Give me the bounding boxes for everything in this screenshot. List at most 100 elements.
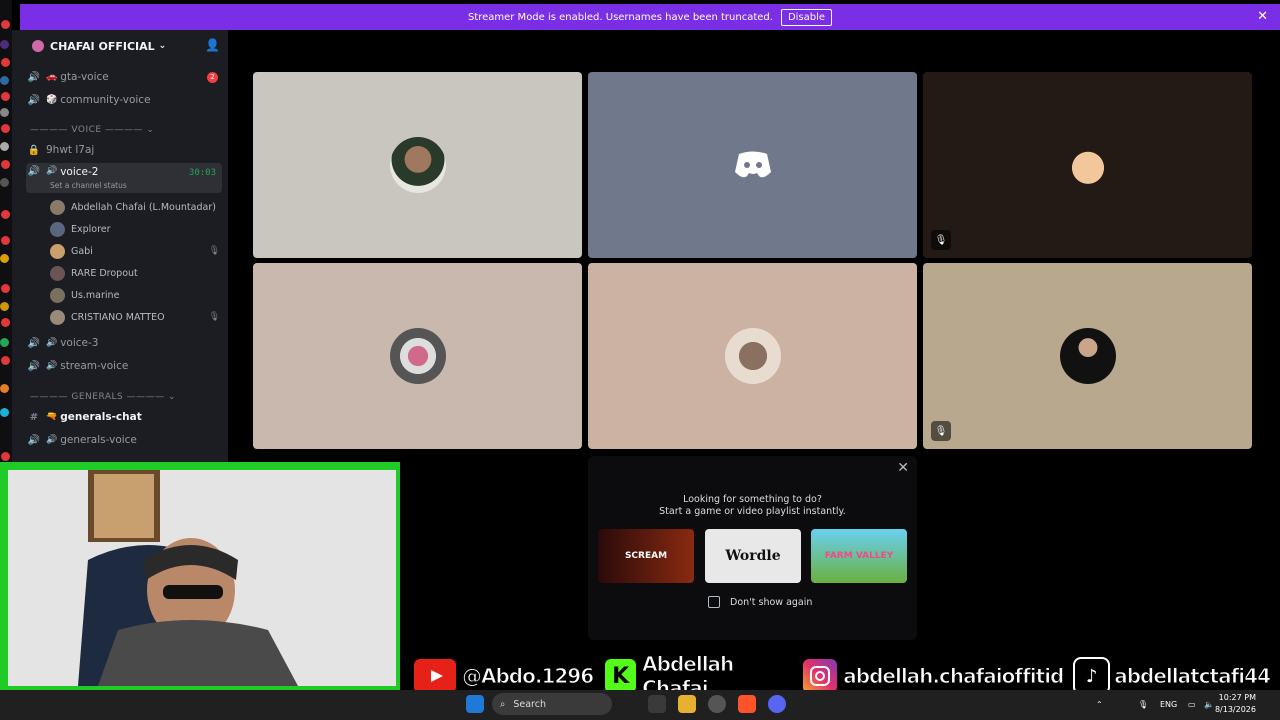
voice-member[interactable]: Abdellah Chafai (L.Mountadar) xyxy=(50,197,222,217)
game-card-scream[interactable]: SCREAM xyxy=(598,529,694,583)
server-icon[interactable] xyxy=(0,254,9,263)
channel-label: voice-2 xyxy=(60,166,99,178)
voice-member[interactable]: Us.marine xyxy=(50,285,222,305)
tiktok-handle: abdellatctafi44 xyxy=(1114,664,1272,689)
server-rail xyxy=(0,0,12,470)
game-title: FARM VALLEY xyxy=(824,551,894,561)
lock-icon: 🔒 xyxy=(27,144,41,156)
car-icon: 🚗 xyxy=(46,72,58,82)
channel-stream-voice[interactable]: 🔊 🔊 stream-voice xyxy=(26,356,222,376)
channel-community-voice[interactable]: 🔊 🎲 community-voice xyxy=(26,90,222,110)
search-label: Search xyxy=(513,698,546,710)
channel-generals-chat[interactable]: # 🔫 generals-chat xyxy=(26,407,222,427)
call-timer: 30:03 xyxy=(188,168,216,178)
instagram-handle: abdellah.chafaioffitid xyxy=(843,664,1065,689)
checkbox[interactable] xyxy=(708,596,720,608)
server-badge[interactable] xyxy=(1,318,10,327)
server-icon[interactable] xyxy=(0,338,9,347)
task-view-icon[interactable] xyxy=(648,695,666,713)
video-tile[interactable]: 🎙 xyxy=(923,72,1252,258)
server-badge[interactable] xyxy=(1,92,10,101)
screen: Streamer Mode is enabled. Usernames have… xyxy=(0,0,1280,720)
mic-icon[interactable]: 🎙 xyxy=(1138,700,1148,709)
windows-start-icon[interactable] xyxy=(466,695,484,713)
game-title: Wordle xyxy=(725,548,781,564)
taskbar: ⌕ Search ⌃ 🎙 ENG ▭ 🔈 10:27 PM 8/13/2026 xyxy=(0,690,1280,720)
brave-browser-icon[interactable] xyxy=(738,695,756,713)
chevron-up-icon[interactable]: ⌃ xyxy=(1096,700,1103,709)
user-avatar xyxy=(1059,137,1116,193)
channel-label: stream-voice xyxy=(60,360,129,372)
server-badge[interactable] xyxy=(1,284,10,293)
set-status-link[interactable]: Set a channel status xyxy=(50,181,127,190)
server-icon[interactable] xyxy=(0,76,9,85)
server-icon[interactable] xyxy=(0,384,9,393)
server-badge[interactable] xyxy=(1,124,10,133)
server-icon[interactable] xyxy=(0,302,9,311)
server-icon[interactable] xyxy=(0,408,9,417)
speaker-icon: 🔊 xyxy=(27,94,41,106)
server-icon[interactable] xyxy=(0,108,9,117)
network-icon[interactable]: ▭ xyxy=(1188,700,1196,709)
video-tile[interactable] xyxy=(588,263,917,449)
webcam-feed xyxy=(8,470,396,686)
app-icon[interactable] xyxy=(708,695,726,713)
close-icon[interactable]: ✕ xyxy=(1257,9,1268,24)
category-generals[interactable]: ———— GENERALS ———— ⌄ xyxy=(30,392,176,402)
voice-member[interactable]: CRISTIANO MATTEO 🎙 xyxy=(50,307,222,327)
channel-sidebar: CHAFAI OFFICIAL ⌄ 👤 🔊 🚗 gta-voice 2 🔊 🎲 … xyxy=(12,30,228,462)
video-tile[interactable]: 🎙 xyxy=(923,263,1252,449)
user-avatar xyxy=(724,328,781,384)
server-badge[interactable] xyxy=(1,20,10,29)
webcam-image xyxy=(8,470,396,686)
speaker-icon: 🔊 xyxy=(46,435,58,445)
channel-voice-3[interactable]: 🔊 🔊 voice-3 xyxy=(26,333,222,353)
voice-member[interactable]: Gabi 🎙 xyxy=(50,241,222,261)
speaker-icon: 🔊 xyxy=(46,338,58,348)
activity-popup: ✕ Looking for something to do? Start a g… xyxy=(588,456,917,640)
server-badge[interactable] xyxy=(1,356,10,365)
speaker-icon: 🔊 xyxy=(27,166,41,177)
voice-member[interactable]: RARE Dropout xyxy=(50,263,222,283)
discord-logo-icon xyxy=(734,151,771,178)
server-icon[interactable] xyxy=(0,142,9,151)
channel-voice-2[interactable]: 🔊 🔊 voice-2 30:03 Set a channel status xyxy=(26,163,222,193)
channel-label: 9hwt l7aj xyxy=(46,144,95,156)
popup-title: Looking for something to do? Start a gam… xyxy=(588,494,917,518)
discord-icon[interactable] xyxy=(768,695,786,713)
channel-generals-voice[interactable]: 🔊 🔊 generals-voice xyxy=(26,430,222,450)
video-tile[interactable] xyxy=(253,263,582,449)
streamer-mode-banner: Streamer Mode is enabled. Usernames have… xyxy=(20,4,1280,30)
language-indicator[interactable]: ENG xyxy=(1160,700,1177,709)
channel-locked[interactable]: 🔒 9hwt l7aj xyxy=(26,140,222,160)
voice-member[interactable]: Explorer xyxy=(50,219,222,239)
game-card-wordle[interactable]: Wordle xyxy=(705,529,801,583)
server-badge[interactable] xyxy=(1,58,10,67)
server-icon[interactable] xyxy=(0,40,9,49)
server-badge[interactable] xyxy=(1,160,10,169)
clock[interactable]: 10:27 PM 8/13/2026 xyxy=(1215,692,1256,716)
video-tile[interactable] xyxy=(253,72,582,258)
channel-gta-voice[interactable]: 🔊 🚗 gta-voice 2 xyxy=(26,67,222,87)
game-card-farm-valley[interactable]: FARM VALLEY xyxy=(811,529,907,583)
mic-muted-icon: 🎙 xyxy=(931,230,951,250)
server-badge[interactable] xyxy=(1,236,10,245)
close-icon[interactable]: ✕ xyxy=(897,460,909,476)
server-name: CHAFAI OFFICIAL xyxy=(50,39,155,53)
server-badge[interactable] xyxy=(1,210,10,219)
game-title: SCREAM xyxy=(624,551,668,561)
file-explorer-icon[interactable] xyxy=(678,695,696,713)
server-badge[interactable] xyxy=(1,452,10,461)
disable-button[interactable]: Disable xyxy=(780,8,833,26)
add-member-icon[interactable]: 👤 xyxy=(205,38,220,52)
speaker-icon: 🔊 xyxy=(46,166,58,176)
category-voice[interactable]: ———— VOICE ———— ⌄ xyxy=(30,125,154,135)
video-tile[interactable] xyxy=(588,72,917,258)
volume-icon[interactable]: 🔈 xyxy=(1204,700,1214,709)
dont-show-again[interactable]: Don't show again xyxy=(708,596,812,608)
user-avatar xyxy=(1059,328,1116,384)
cube-icon: 🎲 xyxy=(46,95,58,105)
server-header[interactable]: CHAFAI OFFICIAL ⌄ 👤 xyxy=(12,30,228,62)
taskbar-search[interactable]: ⌕ Search xyxy=(492,693,612,715)
server-icon[interactable] xyxy=(0,178,9,187)
